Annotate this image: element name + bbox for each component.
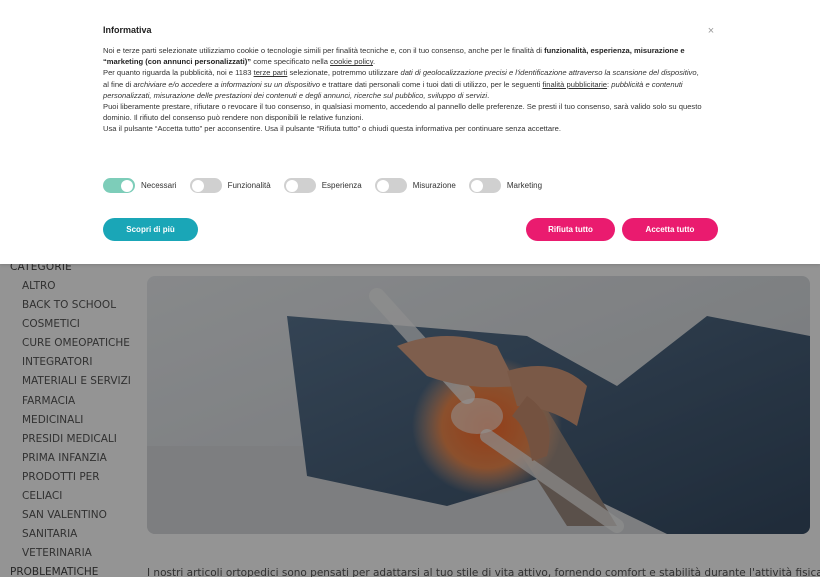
- text-span: .: [487, 90, 490, 100]
- text-span: .: [372, 57, 376, 67]
- knee-pain-illustration: [147, 276, 810, 534]
- toggle-knob: [470, 179, 483, 192]
- category-item[interactable]: VETERINARIA: [0, 544, 140, 563]
- consent-toggles: Necessari Funzionalità Esperienza Misura…: [103, 178, 555, 193]
- toggle-switch[interactable]: [374, 178, 407, 193]
- learn-more-button[interactable]: Scopri di più: [103, 218, 198, 241]
- toggle-knob: [285, 179, 298, 192]
- category-item[interactable]: FARMACIA: [0, 392, 140, 411]
- toggle-misurazione[interactable]: Misurazione: [374, 178, 456, 193]
- category-item[interactable]: MATERIALI E SERVIZI: [0, 372, 140, 391]
- category-item[interactable]: MEDICINALI: [0, 411, 140, 430]
- text-span: Per quanto riguarda la pubblicità, noi e…: [103, 68, 254, 78]
- toggle-label: Necessari: [141, 181, 177, 190]
- cookie-policy-link[interactable]: cookie policy: [330, 57, 373, 66]
- toggle-funzionalita[interactable]: Funzionalità: [189, 178, 271, 193]
- italic-span: archiviare e/o accedere a informazioni s…: [133, 79, 320, 89]
- toggle-switch[interactable]: [283, 178, 316, 193]
- category-item[interactable]: CURE OMEOPATICHE: [0, 334, 140, 353]
- category-item[interactable]: BACK TO SCHOOL: [0, 296, 140, 315]
- text-span: selezionate, potremmo utilizzare: [287, 68, 401, 78]
- category-item[interactable]: SAN VALENTINO: [0, 506, 140, 525]
- toggle-necessari[interactable]: Necessari: [103, 178, 177, 193]
- category-item[interactable]: PRESIDI MEDICALI: [0, 430, 140, 449]
- category-item[interactable]: SANITARIA: [0, 525, 140, 544]
- category-sidebar: CATEGORIE ALTRO BACK TO SCHOOL COSMETICI…: [0, 257, 140, 577]
- cookie-paragraph-3: Puoi liberamente prestare, rifiutare o r…: [103, 102, 702, 123]
- text-span: Noi e terze parti selezionate utilizziam…: [103, 46, 545, 55]
- third-parties-link[interactable]: terze parti: [254, 68, 288, 77]
- category-item[interactable]: CELIACI: [0, 487, 140, 506]
- toggle-knob: [191, 179, 204, 192]
- problems-heading: PROBLEMATICHE: [10, 566, 99, 577]
- cookie-paragraph-2: Per quanto riguarda la pubblicità, noi e…: [103, 67, 703, 101]
- toggle-knob: [376, 179, 389, 192]
- cookie-consent-banner: Informativa × Noi e terze parti selezion…: [0, 0, 820, 264]
- category-item[interactable]: PRIMA INFANZIA: [0, 449, 140, 468]
- cookie-title: Informativa: [103, 25, 152, 35]
- toggle-marketing[interactable]: Marketing: [468, 178, 543, 193]
- text-span: e trattare dati personali come i tuoi da…: [319, 79, 543, 89]
- toggle-knob: [121, 179, 133, 192]
- category-item[interactable]: PRODOTTI PER: [0, 468, 140, 487]
- toggle-label: Esperienza: [321, 181, 362, 190]
- intro-paragraph: I nostri articoli ortopedici sono pensat…: [147, 567, 820, 577]
- toggle-switch[interactable]: [103, 178, 135, 193]
- cookie-paragraph-1: Noi e terze parti selezionate utilizziam…: [103, 45, 703, 67]
- italic-span: dati di geolocalizzazione precisi e l'id…: [400, 68, 697, 78]
- category-item[interactable]: COSMETICI: [0, 315, 140, 334]
- toggle-switch[interactable]: [189, 178, 222, 193]
- close-icon[interactable]: ×: [704, 24, 718, 38]
- advertising-purposes-link[interactable]: finalità pubblicitarie: [542, 80, 607, 89]
- reject-all-button[interactable]: Rifiuta tutto: [526, 218, 615, 241]
- toggle-esperienza[interactable]: Esperienza: [283, 178, 362, 193]
- accept-all-button[interactable]: Accetta tutto: [622, 218, 718, 241]
- category-item[interactable]: INTEGRATORI: [0, 353, 140, 372]
- cookie-text: Noi e terze parti selezionate utilizziam…: [103, 45, 703, 135]
- hero-image-knee-pain: [147, 276, 810, 534]
- toggle-label: Funzionalità: [227, 181, 271, 190]
- category-list: ALTRO BACK TO SCHOOL COSMETICI CURE OMEO…: [0, 277, 140, 563]
- toggle-label: Misurazione: [412, 181, 456, 190]
- toggle-switch[interactable]: [468, 178, 501, 193]
- text-span: come specificato nella: [251, 57, 331, 67]
- category-item[interactable]: ALTRO: [0, 277, 140, 296]
- toggle-label: Marketing: [506, 181, 543, 190]
- cookie-paragraph-4: Usa il pulsante “Accetta tutto” per acco…: [103, 124, 561, 134]
